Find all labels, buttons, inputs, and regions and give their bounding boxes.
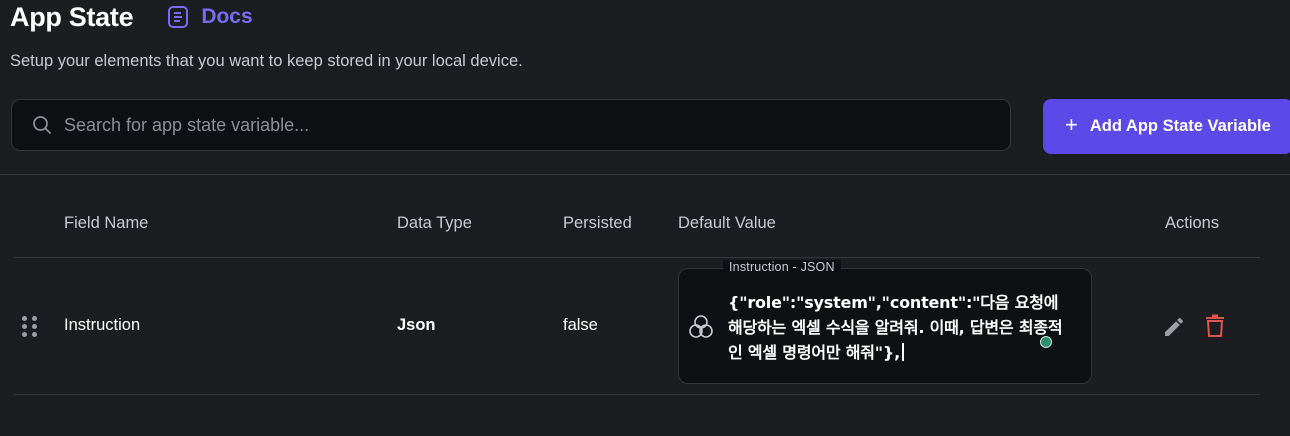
column-header-data-type: Data Type <box>397 214 472 232</box>
default-value-input[interactable]: {"role":"system","content":"다음 요청에 해당하는 … <box>728 290 1073 365</box>
plus-icon: + <box>1065 112 1078 137</box>
text-cursor <box>902 343 904 361</box>
column-header-actions: Actions <box>1165 214 1220 232</box>
drag-handle-icon[interactable] <box>22 316 37 337</box>
edit-icon[interactable] <box>1162 315 1186 339</box>
docs-label: Docs <box>201 5 253 28</box>
search-input[interactable] <box>62 113 966 137</box>
add-app-state-variable-button[interactable]: + Add App State Variable <box>1043 99 1290 154</box>
docs-link[interactable]: Docs <box>167 5 253 29</box>
data-type-cell: Json <box>397 316 436 334</box>
document-icon <box>168 6 189 28</box>
json-icon <box>689 315 713 338</box>
search-icon <box>33 116 51 134</box>
column-header-field-name: Field Name <box>64 214 149 232</box>
column-header-persisted: Persisted <box>563 214 632 232</box>
add-button-label: Add App State Variable <box>1089 117 1271 135</box>
column-header-default-value: Default Value <box>678 214 776 232</box>
table-row: Instruction Json false Instruction - JSO… <box>14 257 1260 395</box>
page-subtitle: Setup your elements that you want to kee… <box>10 52 523 70</box>
page-title: App State <box>10 1 134 32</box>
field-name-cell: Instruction <box>64 316 141 334</box>
divider <box>0 174 1290 175</box>
default-value-label: Instruction - JSON <box>723 260 841 274</box>
page-header: App State Docs <box>10 0 253 34</box>
delete-icon[interactable] <box>1205 314 1225 338</box>
default-value-field[interactable]: Instruction - JSON {"role":"system","con… <box>678 260 1092 384</box>
default-value-text: {"role":"system","content":"다음 요청에 해당하는 … <box>728 293 1063 362</box>
persisted-cell: false <box>563 316 598 334</box>
search-bar[interactable] <box>11 99 1011 151</box>
status-indicator <box>1040 336 1052 348</box>
